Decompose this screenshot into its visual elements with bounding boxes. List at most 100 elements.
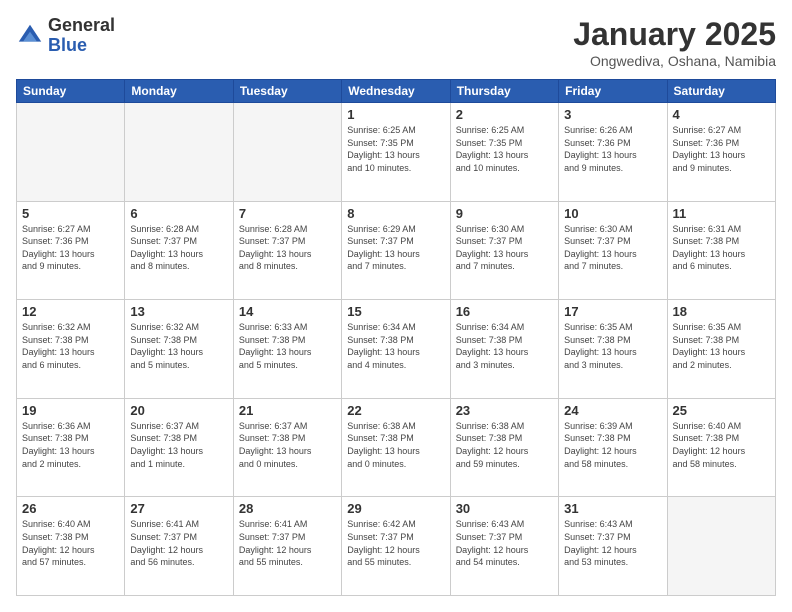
day-number: 18 [673, 304, 770, 319]
day-number: 16 [456, 304, 553, 319]
day-number: 27 [130, 501, 227, 516]
day-number: 20 [130, 403, 227, 418]
day-number: 26 [22, 501, 119, 516]
day-number: 8 [347, 206, 444, 221]
day-number: 29 [347, 501, 444, 516]
table-row [17, 103, 125, 202]
table-row: 7 Sunrise: 6:28 AM Sunset: 7:37 PM Daylig… [233, 201, 341, 300]
day-number: 28 [239, 501, 336, 516]
day-number: 19 [22, 403, 119, 418]
day-info: Sunrise: 6:40 AM Sunset: 7:38 PM Dayligh… [22, 518, 119, 568]
day-number: 3 [564, 107, 661, 122]
logo-blue: Blue [48, 36, 115, 56]
day-number: 23 [456, 403, 553, 418]
table-row: 30 Sunrise: 6:43 AM Sunset: 7:37 PM Dayli… [450, 497, 558, 596]
day-info: Sunrise: 6:43 AM Sunset: 7:37 PM Dayligh… [564, 518, 661, 568]
day-info: Sunrise: 6:36 AM Sunset: 7:38 PM Dayligh… [22, 420, 119, 470]
day-number: 15 [347, 304, 444, 319]
day-info: Sunrise: 6:29 AM Sunset: 7:37 PM Dayligh… [347, 223, 444, 273]
table-row: 6Sunrise: 6:28 AM Sunset: 7:37 PM Daylig… [125, 201, 233, 300]
table-row: 21 Sunrise: 6:37 AM Sunset: 7:38 PM Dayli… [233, 398, 341, 497]
day-number: 25 [673, 403, 770, 418]
table-row: 12 Sunrise: 6:32 AM Sunset: 7:38 PM Dayli… [17, 300, 125, 399]
day-number: 14 [239, 304, 336, 319]
day-info: Sunrise: 6:32 AM Sunset: 7:38 PM Dayligh… [22, 321, 119, 371]
day-info: Sunrise: 6:34 AM Sunset: 7:38 PM Dayligh… [456, 321, 553, 371]
table-row: 29 Sunrise: 6:42 AM Sunset: 7:37 PM Dayli… [342, 497, 450, 596]
logo-general: General [48, 16, 115, 36]
day-number: 11 [673, 206, 770, 221]
calendar-week-row: 1 Sunrise: 6:25 AM Sunset: 7:35 PM Daylig… [17, 103, 776, 202]
table-row: 13Sunrise: 6:32 AM Sunset: 7:38 PM Dayli… [125, 300, 233, 399]
day-info: Sunrise: 6:26 AM Sunset: 7:36 PM Dayligh… [564, 124, 661, 174]
page: General Blue January 2025 Ongwediva, Osh… [0, 0, 792, 612]
day-info: Sunrise: 6:28 AM Sunset: 7:37 PM Dayligh… [130, 223, 227, 273]
table-row: 18 Sunrise: 6:35 AM Sunset: 7:38 PM Dayli… [667, 300, 775, 399]
col-sunday: Sunday [17, 80, 125, 103]
table-row: 8 Sunrise: 6:29 AM Sunset: 7:37 PM Daylig… [342, 201, 450, 300]
table-row: 10Sunrise: 6:30 AM Sunset: 7:37 PM Dayli… [559, 201, 667, 300]
table-row: 27 Sunrise: 6:41 AM Sunset: 7:37 PM Dayli… [125, 497, 233, 596]
day-number: 30 [456, 501, 553, 516]
table-row: 28 Sunrise: 6:41 AM Sunset: 7:37 PM Dayli… [233, 497, 341, 596]
table-row: 31 Sunrise: 6:43 AM Sunset: 7:37 PM Dayli… [559, 497, 667, 596]
day-info: Sunrise: 6:35 AM Sunset: 7:38 PM Dayligh… [564, 321, 661, 371]
day-info: Sunrise: 6:37 AM Sunset: 7:38 PM Dayligh… [130, 420, 227, 470]
day-info: Sunrise: 6:33 AM Sunset: 7:38 PM Dayligh… [239, 321, 336, 371]
calendar-week-row: 5Sunrise: 6:27 AM Sunset: 7:36 PM Daylig… [17, 201, 776, 300]
table-row: 22 Sunrise: 6:38 AM Sunset: 7:38 PM Dayli… [342, 398, 450, 497]
day-number: 12 [22, 304, 119, 319]
day-number: 2 [456, 107, 553, 122]
table-row: 15 Sunrise: 6:34 AM Sunset: 7:38 PM Dayli… [342, 300, 450, 399]
table-row: 25 Sunrise: 6:40 AM Sunset: 7:38 PM Dayli… [667, 398, 775, 497]
col-monday: Monday [125, 80, 233, 103]
day-info: Sunrise: 6:32 AM Sunset: 7:38 PM Dayligh… [130, 321, 227, 371]
day-info: Sunrise: 6:41 AM Sunset: 7:37 PM Dayligh… [239, 518, 336, 568]
day-number: 31 [564, 501, 661, 516]
col-saturday: Saturday [667, 80, 775, 103]
day-info: Sunrise: 6:25 AM Sunset: 7:35 PM Dayligh… [347, 124, 444, 174]
day-info: Sunrise: 6:39 AM Sunset: 7:38 PM Dayligh… [564, 420, 661, 470]
day-info: Sunrise: 6:37 AM Sunset: 7:38 PM Dayligh… [239, 420, 336, 470]
day-info: Sunrise: 6:25 AM Sunset: 7:35 PM Dayligh… [456, 124, 553, 174]
calendar-header-row: Sunday Monday Tuesday Wednesday Thursday… [17, 80, 776, 103]
logo-icon [16, 22, 44, 50]
calendar-week-row: 12 Sunrise: 6:32 AM Sunset: 7:38 PM Dayli… [17, 300, 776, 399]
day-info: Sunrise: 6:35 AM Sunset: 7:38 PM Dayligh… [673, 321, 770, 371]
logo-text: General Blue [48, 16, 115, 56]
table-row: 14 Sunrise: 6:33 AM Sunset: 7:38 PM Dayli… [233, 300, 341, 399]
day-info: Sunrise: 6:28 AM Sunset: 7:37 PM Dayligh… [239, 223, 336, 273]
day-info: Sunrise: 6:27 AM Sunset: 7:36 PM Dayligh… [673, 124, 770, 174]
day-info: Sunrise: 6:42 AM Sunset: 7:37 PM Dayligh… [347, 518, 444, 568]
day-info: Sunrise: 6:31 AM Sunset: 7:38 PM Dayligh… [673, 223, 770, 273]
table-row: 4Sunrise: 6:27 AM Sunset: 7:36 PM Daylig… [667, 103, 775, 202]
calendar-week-row: 26 Sunrise: 6:40 AM Sunset: 7:38 PM Dayli… [17, 497, 776, 596]
col-wednesday: Wednesday [342, 80, 450, 103]
col-friday: Friday [559, 80, 667, 103]
day-info: Sunrise: 6:30 AM Sunset: 7:37 PM Dayligh… [564, 223, 661, 273]
table-row: 5Sunrise: 6:27 AM Sunset: 7:36 PM Daylig… [17, 201, 125, 300]
logo: General Blue [16, 16, 115, 56]
day-info: Sunrise: 6:41 AM Sunset: 7:37 PM Dayligh… [130, 518, 227, 568]
table-row: 26 Sunrise: 6:40 AM Sunset: 7:38 PM Dayli… [17, 497, 125, 596]
day-info: Sunrise: 6:27 AM Sunset: 7:36 PM Dayligh… [22, 223, 119, 273]
table-row [233, 103, 341, 202]
day-info: Sunrise: 6:43 AM Sunset: 7:37 PM Dayligh… [456, 518, 553, 568]
table-row: 2 Sunrise: 6:25 AM Sunset: 7:35 PM Daylig… [450, 103, 558, 202]
day-number: 17 [564, 304, 661, 319]
day-number: 22 [347, 403, 444, 418]
month-title: January 2025 [573, 16, 776, 53]
calendar-table: Sunday Monday Tuesday Wednesday Thursday… [16, 79, 776, 596]
day-number: 7 [239, 206, 336, 221]
day-number: 9 [456, 206, 553, 221]
table-row: 24Sunrise: 6:39 AM Sunset: 7:38 PM Dayli… [559, 398, 667, 497]
day-info: Sunrise: 6:34 AM Sunset: 7:38 PM Dayligh… [347, 321, 444, 371]
table-row: 11 Sunrise: 6:31 AM Sunset: 7:38 PM Dayli… [667, 201, 775, 300]
day-number: 21 [239, 403, 336, 418]
day-info: Sunrise: 6:38 AM Sunset: 7:38 PM Dayligh… [347, 420, 444, 470]
table-row: 1 Sunrise: 6:25 AM Sunset: 7:35 PM Daylig… [342, 103, 450, 202]
table-row: 23Sunrise: 6:38 AM Sunset: 7:38 PM Dayli… [450, 398, 558, 497]
day-info: Sunrise: 6:40 AM Sunset: 7:38 PM Dayligh… [673, 420, 770, 470]
day-number: 1 [347, 107, 444, 122]
table-row [667, 497, 775, 596]
